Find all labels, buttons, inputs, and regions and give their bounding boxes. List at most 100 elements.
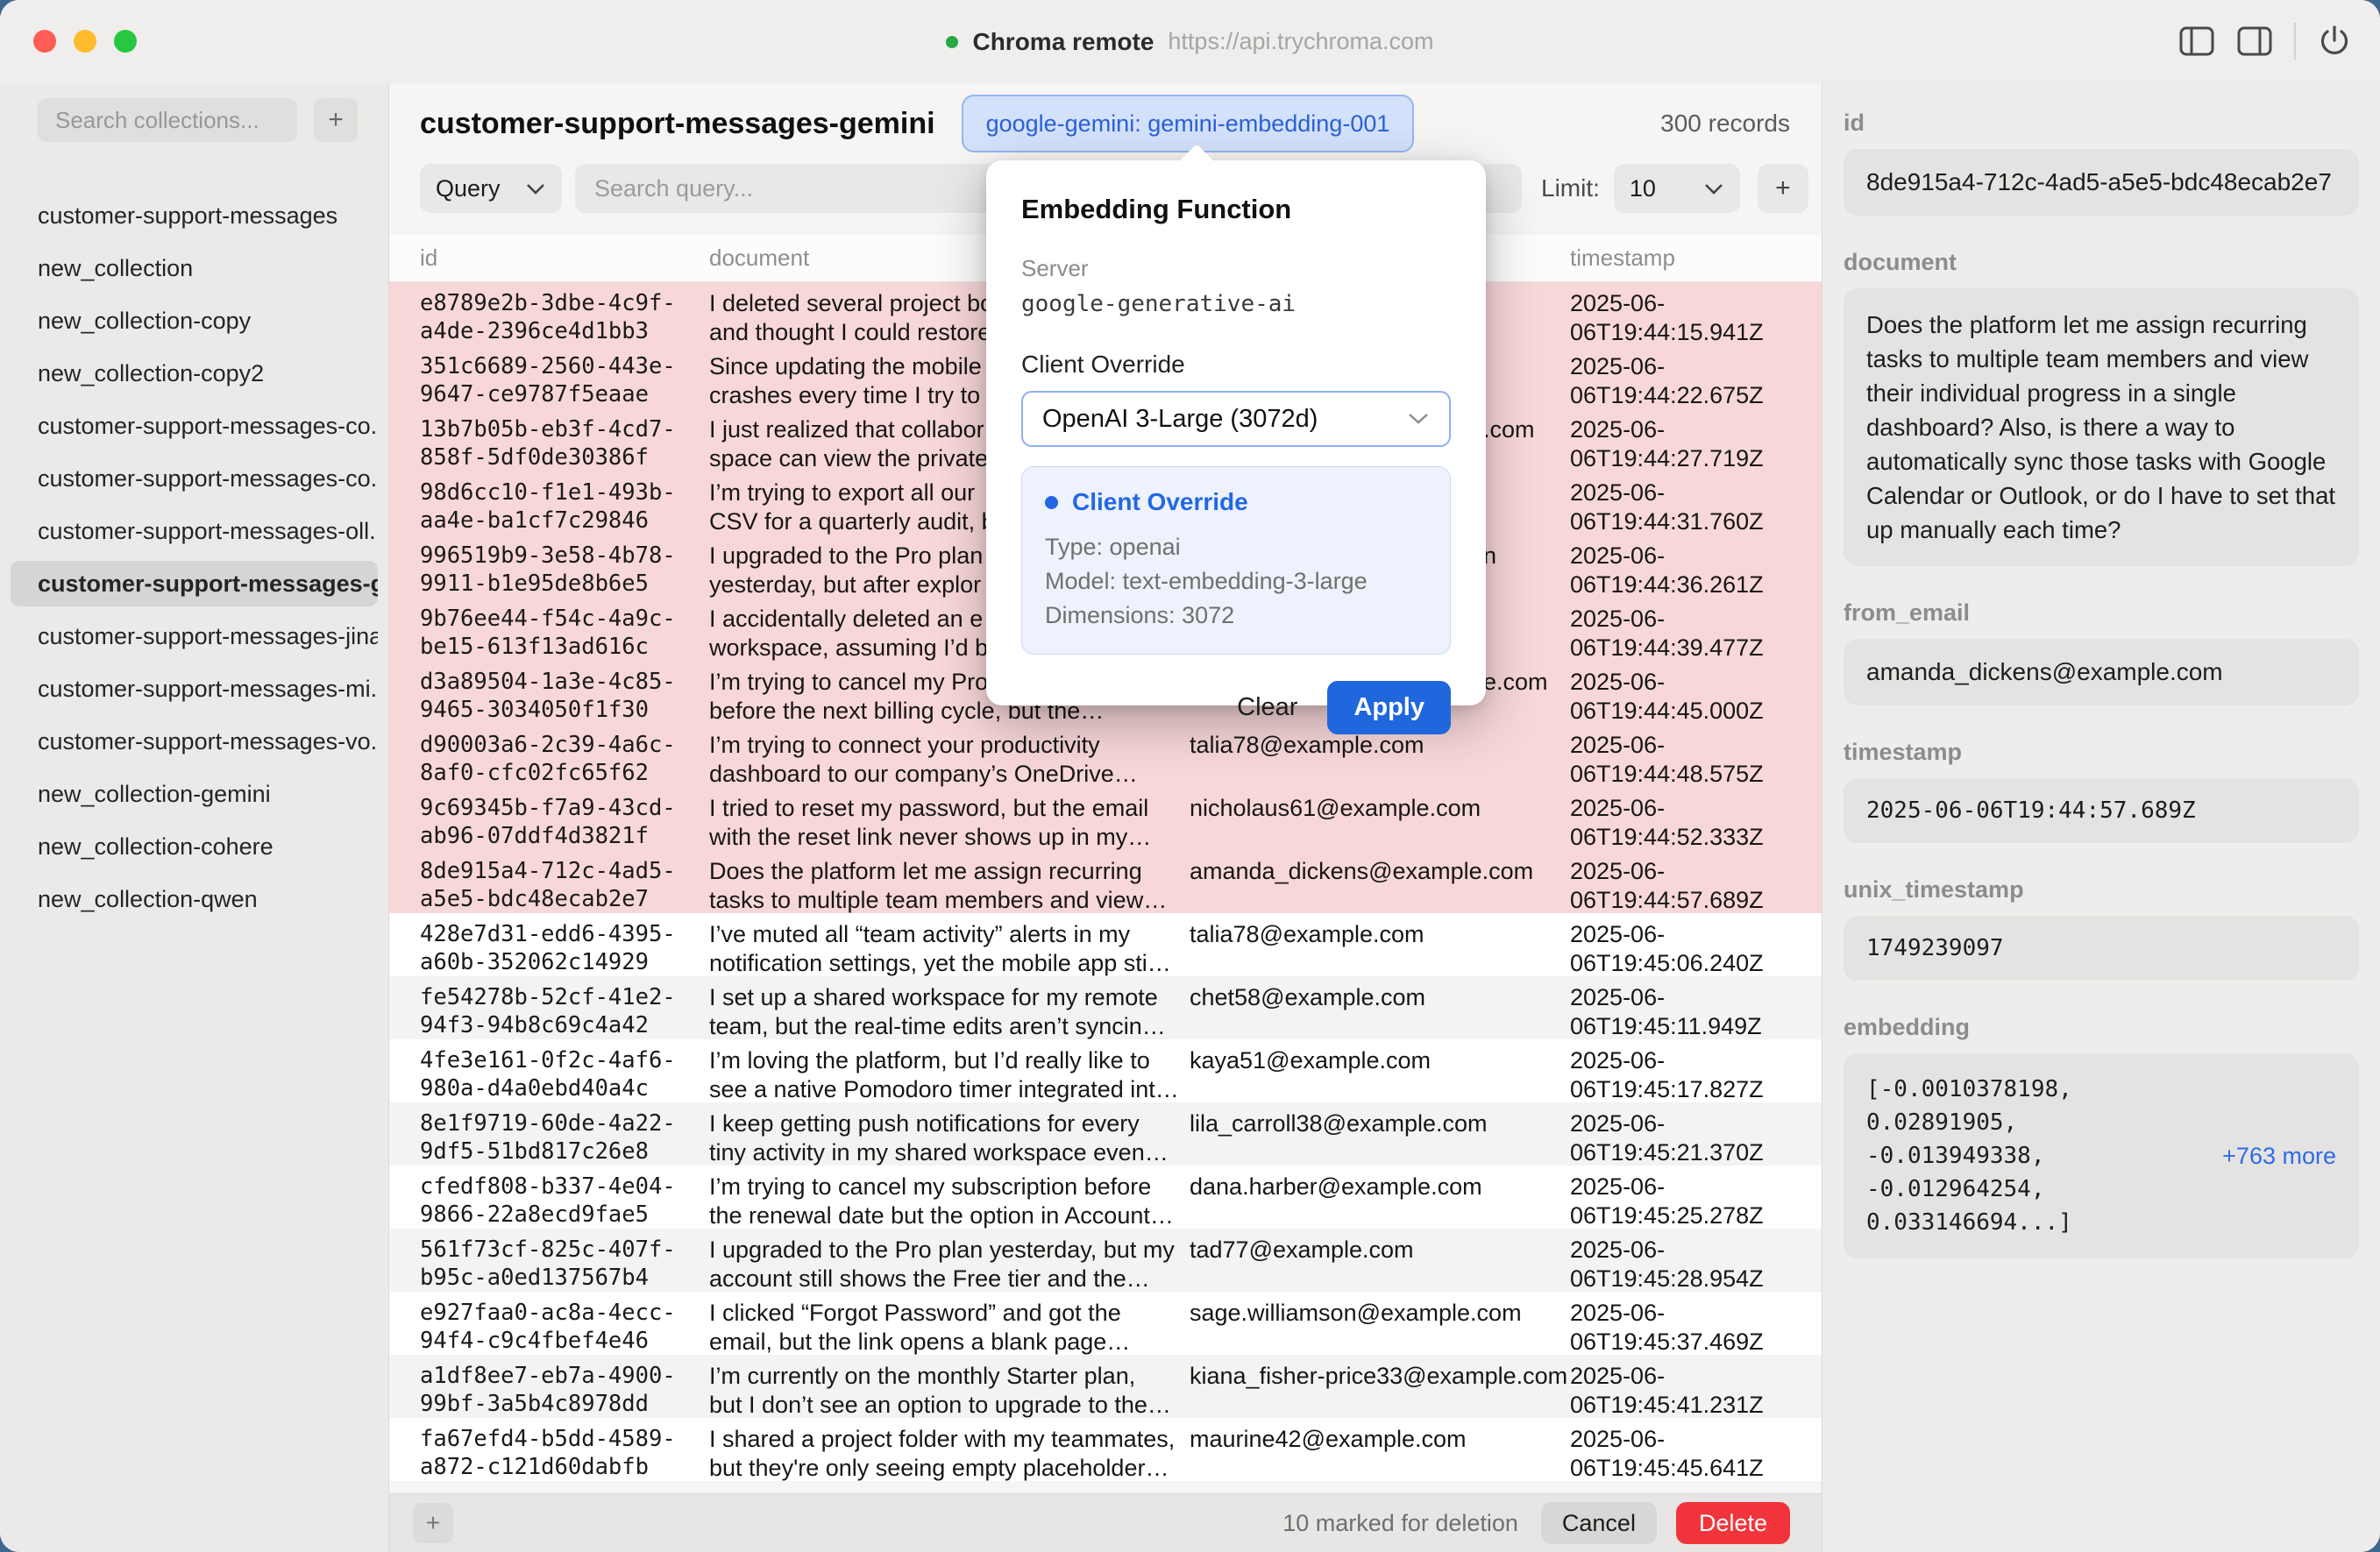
- sidebar-collection-item[interactable]: new_collection-copy2: [11, 351, 378, 396]
- table-row[interactable]: fa67efd4-b5dd-4589-a872-c121d60dabfb I s…: [389, 1418, 1822, 1481]
- server-value: google-generative-ai: [1021, 291, 1451, 317]
- sidebar-collection-item[interactable]: customer-support-messages-mi...: [11, 666, 378, 712]
- table-row[interactable]: 4fe3e161-0f2c-4af6-980a-d4a0ebd40a4c I’m…: [389, 1039, 1822, 1102]
- cell-timestamp: 2025-06-06T19:45:06.240Z: [1570, 913, 1822, 976]
- detail-unix-timestamp-label: unix_timestamp: [1844, 876, 2359, 904]
- cell-timestamp: 2025-06-06T19:44:22.675Z: [1570, 345, 1822, 408]
- table-row[interactable]: cfedf808-b337-4e04-9866-22a8ecd9fae5 I’m…: [389, 1166, 1822, 1229]
- embedding-function-badge[interactable]: google-gemini: gemini-embedding-001: [962, 95, 1415, 152]
- table-row[interactable]: 428e7d31-edd6-4395-a60b-352062c14929 I’v…: [389, 913, 1822, 976]
- sidebar-collection-item[interactable]: new_collection-qwen: [11, 876, 378, 922]
- cell-id: a1df8ee7-eb7a-4900-99bf-3a5b4c8978dd: [420, 1355, 709, 1418]
- column-header-id: id: [420, 244, 709, 272]
- sidebar-collection-item[interactable]: customer-support-messages-jina: [11, 613, 378, 659]
- table-row[interactable]: 561f73cf-825c-407f-b95c-a0ed137567b4 I u…: [389, 1229, 1822, 1292]
- cell-id: 9c69345b-f7a9-43cd-ab96-07ddf4d3821f: [420, 787, 709, 850]
- detail-timestamp-label: timestamp: [1844, 739, 2359, 766]
- client-override-selected-value: OpenAI 3-Large (3072d): [1042, 405, 1318, 434]
- cell-from-email: tad77@example.com: [1190, 1229, 1570, 1292]
- footer-bar: + 10 marked for deletion Cancel Delete: [389, 1493, 1822, 1552]
- cell-id: 561f73cf-825c-407f-b95c-a0ed137567b4: [420, 1229, 709, 1292]
- cell-timestamp: 2025-06-06T19:44:52.333Z: [1570, 787, 1822, 850]
- collections-list: customer-support-messages new_collectionn…: [0, 193, 388, 929]
- add-column-button[interactable]: +: [1758, 164, 1808, 213]
- sidebar-collection-item[interactable]: new_collection-copy: [11, 298, 378, 344]
- cell-id: 996519b9-3e58-4b78-9911-b1e95de8b6e5: [420, 535, 709, 598]
- cell-timestamp: 2025-06-06T19:45:28.954Z: [1570, 1229, 1822, 1292]
- table-row[interactable]: a1df8ee7-eb7a-4900-99bf-3a5b4c8978dd I’m…: [389, 1355, 1822, 1418]
- sidebar-collection-item[interactable]: customer-support-messages-co...: [11, 456, 378, 501]
- delete-button[interactable]: Delete: [1676, 1502, 1790, 1544]
- cell-from-email: sage.williamson@example.com: [1190, 1292, 1570, 1355]
- apply-button[interactable]: Apply: [1327, 681, 1451, 734]
- sidebar-collection-item[interactable]: customer-support-messages: [11, 193, 378, 238]
- sidebar-collection-item[interactable]: customer-support-messages-co...: [11, 403, 378, 449]
- info-box-title: Client Override: [1072, 488, 1248, 516]
- toggle-right-sidebar-icon[interactable]: [2236, 25, 2273, 58]
- detail-embedding-label: embedding: [1844, 1014, 2359, 1041]
- detail-from-email-label: from_email: [1844, 599, 2359, 627]
- cell-document: I keep getting push notifications for ev…: [709, 1102, 1190, 1166]
- limit-label: Limit:: [1541, 174, 1600, 202]
- cell-id: e8789e2b-3dbe-4c9f-a4de-2396ce4d1bb3: [420, 282, 709, 345]
- info-model-line: Model: text-embedding-3-large: [1045, 564, 1427, 599]
- cell-document: I shared a project folder with my teamma…: [709, 1418, 1190, 1481]
- cell-timestamp: 2025-06-06T19:44:15.941Z: [1570, 282, 1822, 345]
- limit-select[interactable]: 10: [1614, 164, 1740, 213]
- detail-embedding: [-0.0010378198, 0.02891905, -0.013949338…: [1844, 1053, 2359, 1258]
- client-override-label: Client Override: [1021, 351, 1451, 379]
- sidebar-collection-item[interactable]: customer-support-messages-vo...: [11, 719, 378, 764]
- detail-from-email-value: amanda_dickens@example.com: [1844, 639, 2359, 705]
- column-header-timestamp: timestamp: [1570, 244, 1822, 272]
- table-row[interactable]: fe54278b-52cf-41e2-94f3-94b8c69c4a42 I s…: [389, 976, 1822, 1039]
- cancel-button[interactable]: Cancel: [1541, 1502, 1657, 1544]
- cell-timestamp: 2025-06-06T19:45:21.370Z: [1570, 1102, 1822, 1166]
- app-window: Chroma remote https://api.trychroma.com …: [0, 0, 2380, 1552]
- table-row[interactable]: 8de915a4-712c-4ad5-a5e5-bdc48ecab2e7 Doe…: [389, 850, 1822, 913]
- sidebar-collection-item[interactable]: new_collection-cohere: [11, 824, 378, 869]
- detail-timestamp-value: 2025-06-06T19:44:57.689Z: [1844, 778, 2359, 843]
- query-mode-select[interactable]: Query: [420, 164, 562, 213]
- collection-title: customer-support-messages-gemini: [420, 107, 935, 141]
- collection-header: customer-support-messages-gemini google-…: [389, 83, 1822, 164]
- add-collection-button[interactable]: +: [314, 98, 358, 142]
- cell-document: I’m loving the platform, but I’d really …: [709, 1039, 1190, 1102]
- add-record-button[interactable]: +: [413, 1503, 453, 1543]
- cell-timestamp: 2025-06-06T19:45:11.949Z: [1570, 976, 1822, 1039]
- cell-timestamp: 2025-06-06T19:44:36.261Z: [1570, 535, 1822, 598]
- collections-sidebar: + customer-support-messages new_collectio…: [0, 83, 389, 1552]
- cell-id: d90003a6-2c39-4a6c-8af0-cfc02fc65f62: [420, 724, 709, 787]
- cell-timestamp: 2025-06-06T19:45:45.641Z: [1570, 1418, 1822, 1481]
- info-dimensions-line: Dimensions: 3072: [1045, 599, 1427, 633]
- cell-id: fa67efd4-b5dd-4589-a872-c121d60dabfb: [420, 1418, 709, 1481]
- table-row[interactable]: e927faa0-ac8a-4ecc-94f4-c9c4fbef4e46 I c…: [389, 1292, 1822, 1355]
- client-override-select[interactable]: OpenAI 3-Large (3072d): [1021, 391, 1451, 447]
- detail-document-label: document: [1844, 249, 2359, 276]
- sidebar-collection-item[interactable]: new_collection: [11, 245, 378, 291]
- cell-timestamp: 2025-06-06T19:44:48.575Z: [1570, 724, 1822, 787]
- cell-id: 351c6689-2560-443e-9647-ce9787f5eaae: [420, 345, 709, 408]
- sidebar-collection-item[interactable]: customer-support-messages-oll...: [11, 508, 378, 554]
- cell-id: 9b76ee44-f54c-4a9c-be15-613f13ad616c: [420, 598, 709, 661]
- query-mode-label: Query: [436, 175, 501, 202]
- sidebar-collection-item[interactable]: new_collection-gemini: [11, 771, 378, 817]
- cell-document: I set up a shared workspace for my remot…: [709, 976, 1190, 1039]
- table-row[interactable]: 8e1f9719-60de-4a22-9df5-51bd817c26e8 I k…: [389, 1102, 1822, 1166]
- popover-title: Embedding Function: [1021, 194, 1451, 225]
- chevron-down-icon: [1703, 182, 1724, 195]
- search-collections-input[interactable]: [38, 98, 297, 142]
- cell-document: Does the platform let me assign recurrin…: [709, 850, 1190, 913]
- clear-button[interactable]: Clear: [1237, 693, 1297, 722]
- cell-document: I’m trying to cancel my subscription bef…: [709, 1166, 1190, 1229]
- power-disconnect-icon[interactable]: [2317, 24, 2352, 59]
- client-override-dot-icon: [1045, 496, 1058, 509]
- record-detail-panel: id 8de915a4-712c-4ad5-a5e5-bdc48ecab2e7 …: [1822, 83, 2380, 1552]
- cell-document: I’m currently on the monthly Starter pla…: [709, 1355, 1190, 1418]
- table-row[interactable]: 9c69345b-f7a9-43cd-ab96-07ddf4d3821f I t…: [389, 787, 1822, 850]
- sidebar-collection-item[interactable]: customer-support-messages-g...: [11, 561, 378, 606]
- cell-timestamp: 2025-06-06T19:44:27.719Z: [1570, 408, 1822, 471]
- toggle-left-sidebar-icon[interactable]: [2178, 25, 2215, 58]
- embedding-more-link[interactable]: +763 more: [2222, 1143, 2336, 1170]
- detail-unix-timestamp-value: 1749239097: [1844, 916, 2359, 981]
- detail-id-label: id: [1844, 110, 2359, 137]
